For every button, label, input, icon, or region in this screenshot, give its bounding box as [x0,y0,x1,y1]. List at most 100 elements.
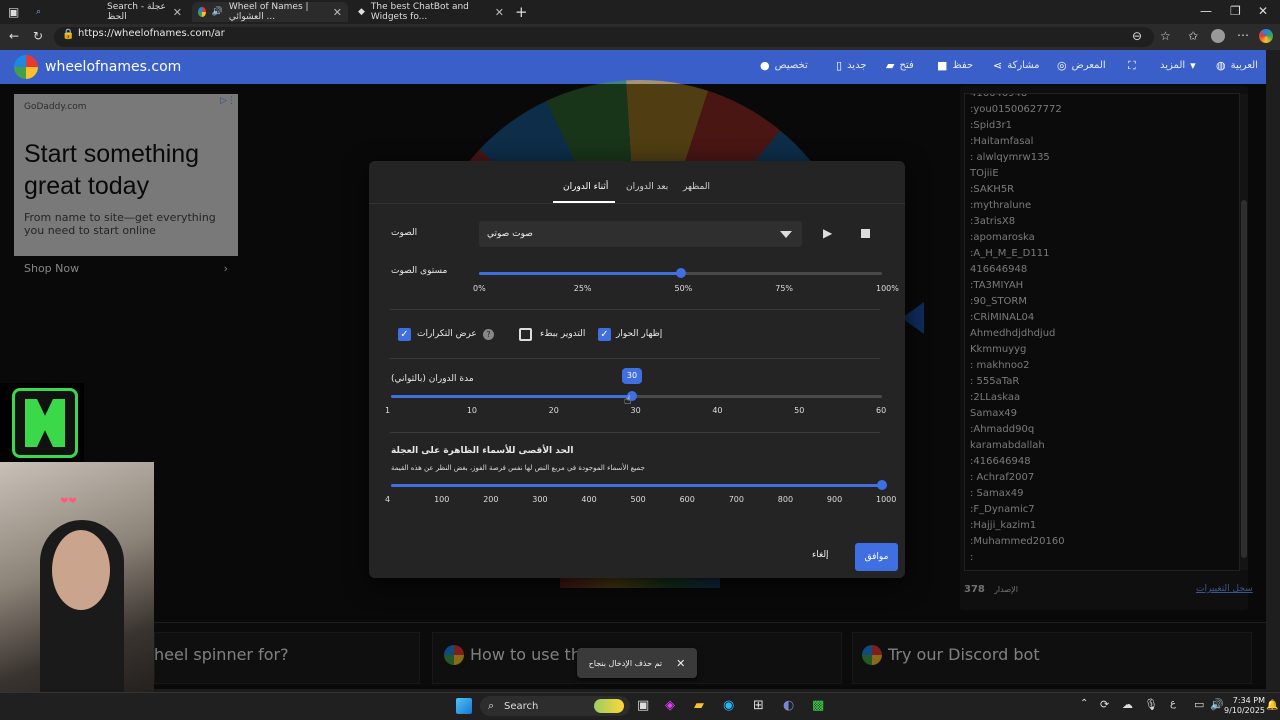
tick-label: 100% [876,284,899,293]
volume-label: مستوى الصوت [391,266,448,276]
ok-button[interactable]: موافق [855,543,898,571]
volume-slider-thumb[interactable] [675,268,686,278]
tick-label: 20 [548,406,559,415]
tick-label: 75% [775,284,794,293]
close-window-icon[interactable]: ✕ [1258,4,1268,18]
nav-gallery[interactable]: ◎ المعرض [1057,59,1106,72]
stream-logo-icon [12,388,78,458]
favorites-icon[interactable]: ✩ [1188,29,1198,43]
nav-customize[interactable]: ● تخصيص [760,59,808,72]
show-dialog-label[interactable]: إظهار الحوار [616,329,662,339]
lock-icon[interactable]: 🔒 [62,29,74,40]
display-icon[interactable]: ▭ [1194,698,1204,711]
tick-label: 4 [385,495,391,504]
tick-label: 400 [581,495,597,504]
store-icon[interactable]: ⊞ [753,698,764,713]
site-logo-icon[interactable] [14,55,38,79]
window-menu-icon[interactable]: ▣ [8,5,19,19]
cancel-button[interactable]: إلغاء [812,550,829,560]
task-view-icon[interactable]: ▣ [637,698,649,713]
sync-icon[interactable]: ⟳ [1100,698,1109,711]
tick-label: 25% [573,284,592,293]
windows-start-icon[interactable] [456,698,472,714]
close-icon[interactable]: ✕ [333,6,342,19]
browser-tab-chatbot[interactable]: ◆ The best ChatBot and Widgets fo... ✕ [352,2,510,22]
divider [390,358,880,359]
network-icon[interactable]: ☁ [1122,698,1133,711]
reader-icon[interactable]: ⊖ [1132,29,1142,43]
browser-tab-wheel[interactable]: 🔊 Wheel of Names | العشوائي ... ✕ [192,2,348,22]
divider [390,432,880,433]
stop-icon[interactable] [861,229,870,238]
show-duplicates-checkbox[interactable]: ✓ [398,328,411,341]
play-icon[interactable]: ▶ [823,226,832,240]
tick-label: 40 [712,406,723,415]
search-icon: ⌕ [488,699,495,712]
nav-more[interactable]: المزيد ▾ [1160,59,1196,72]
tick-label: 50 [794,406,805,415]
fullscreen-icon[interactable]: ⛶ [1128,59,1136,73]
site-name[interactable]: wheelofnames.com [45,59,181,75]
new-tab-icon[interactable]: + [515,3,528,21]
tick-label: 300 [532,495,548,504]
file-explorer-icon[interactable]: ▰ [694,698,704,713]
taskbar-clock[interactable]: 7:34 PM 9/10/2025 [1224,696,1265,716]
nav-language[interactable]: ◍ العربية [1216,59,1258,72]
search-highlight-icon [594,699,624,713]
microphone-icon[interactable]: 🎙 [1144,698,1158,711]
page-scrollbar[interactable] [1266,50,1280,690]
maximize-icon[interactable]: ❐ [1230,4,1241,18]
spin-slowly-label[interactable]: التدوير ببطء [540,329,585,339]
close-icon[interactable]: ✕ [676,657,685,670]
notification-icon[interactable]: 🔔 [1266,700,1278,711]
max-names-fill [391,484,882,487]
back-icon[interactable]: ← [9,29,19,43]
tick-label: 200 [483,495,499,504]
show-dialog-checkbox[interactable]: ✓ [598,328,611,341]
close-icon[interactable]: ✕ [173,6,182,19]
url-text[interactable]: https://wheelofnames.com/ar [78,28,225,39]
max-names-slider-thumb[interactable] [877,480,887,490]
sound-select-value[interactable]: صوت صوتي [487,229,533,239]
discord-icon[interactable]: ◐ [783,698,794,713]
tick-label: 600 [679,495,695,504]
spin-slowly-checkbox[interactable] [519,328,532,341]
tab-title: Wheel of Names | العشوائي ... [228,2,309,22]
tab-title: The best ChatBot and Widgets fo... [370,2,469,22]
toast-message: تم حذف الإدخال بنجاح [588,658,663,668]
browser-tab-search[interactable]: ⌕ Search - عجلة الحظ ✕ [30,2,188,22]
language-indicator[interactable]: ع [1170,698,1176,709]
reload-icon[interactable]: ↻ [33,29,43,43]
more-icon[interactable]: ⋯ [1237,28,1249,42]
tab-title: Search - عجلة الحظ [107,2,166,22]
chevron-up-icon[interactable]: ⌃ [1080,698,1088,709]
favorite-star-icon[interactable]: ☆ [1160,29,1171,43]
tick-label: 1 [385,406,391,415]
edge-icon[interactable]: ◉ [723,698,734,713]
speaker-icon[interactable]: 🔊 [212,7,223,17]
spin-duration-value-bubble: 30 [622,368,642,384]
tab-after-spin[interactable]: بعد الدوران [626,182,668,192]
chevron-down-icon: ▾ [1190,59,1196,72]
spin-duration-fill [391,395,632,398]
nav-open[interactable]: ▰ فتح [886,59,914,72]
help-icon[interactable]: ? [483,329,494,340]
copilot-app-icon[interactable]: ◈ [665,698,675,713]
tab-appearance[interactable]: المظهر [683,182,710,192]
profile-avatar[interactable] [1211,29,1225,43]
chevron-down-icon[interactable] [780,231,792,238]
show-duplicates-label[interactable]: عرض التكرارات [417,329,477,339]
copilot-icon[interactable] [1259,29,1273,43]
tick-label: 700 [728,495,744,504]
tick-label: 10 [466,406,478,415]
close-icon[interactable]: ✕ [495,6,504,19]
tab-during-spin[interactable]: أثناء الدوران [563,182,608,192]
divider [390,309,880,310]
volume-icon[interactable]: 🔊 [1210,698,1224,711]
streaming-app-icon[interactable]: ▩ [812,698,824,713]
tick-label: 30 [630,406,641,415]
nav-new[interactable]: ▯ جديد [836,59,867,72]
minimize-icon[interactable]: — [1200,4,1212,18]
nav-share[interactable]: ⋖ مشاركة [993,59,1040,72]
nav-save[interactable]: ■ حفظ [937,59,973,72]
